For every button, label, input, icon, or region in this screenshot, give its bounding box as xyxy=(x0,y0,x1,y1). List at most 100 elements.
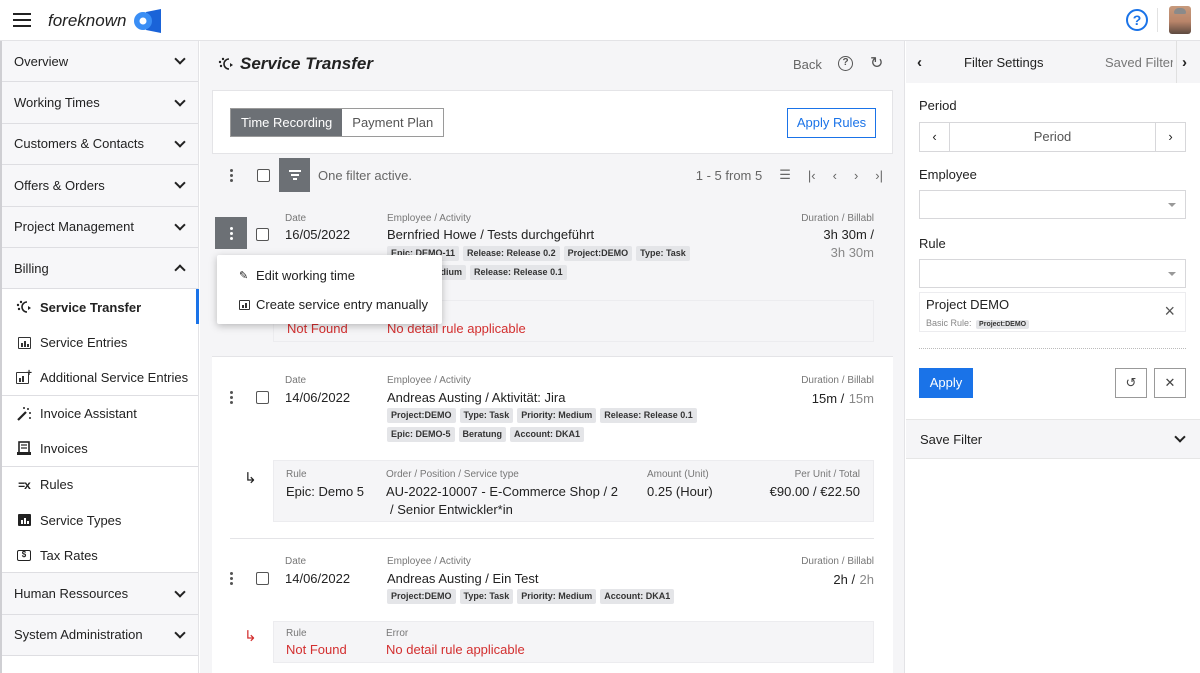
sidebar-item-additional-service-entries[interactable]: + Additional Service Entries xyxy=(2,360,198,396)
employee-activity: Andreas Austing / Aktivität: Jira xyxy=(387,390,566,405)
sidebar-section-project-management[interactable]: Project Management xyxy=(2,206,198,248)
help-icon[interactable]: ? xyxy=(1126,9,1148,31)
reset-filter-icon[interactable]: ↺ xyxy=(1115,368,1147,398)
menu-icon[interactable] xyxy=(13,13,31,27)
save-filter-section[interactable]: Save Filter xyxy=(906,419,1200,459)
tab-saved-filter[interactable]: Saved Filter xyxy=(1105,55,1173,70)
row-checkbox[interactable] xyxy=(256,391,269,404)
chevron-right-icon[interactable]: › xyxy=(1182,54,1187,71)
select-all-checkbox[interactable] xyxy=(257,168,270,182)
sidebar-section-human-ressources[interactable]: Human Ressources xyxy=(2,573,198,615)
more-options-icon[interactable] xyxy=(229,168,233,182)
invoice-icon xyxy=(16,441,32,457)
next-page-icon[interactable]: › xyxy=(854,168,858,183)
sidebar-section-system-administration[interactable]: System Administration xyxy=(2,614,198,657)
list-item: Date 14/06/2022 Employee / Activity Andr… xyxy=(212,358,893,538)
row-checkbox[interactable] xyxy=(256,228,269,241)
period-value[interactable]: Period xyxy=(950,123,1155,151)
billable: 2h xyxy=(859,572,874,587)
period-prev-button[interactable]: ‹ xyxy=(920,123,950,151)
chevron-down-icon xyxy=(174,136,186,148)
tab-filter-settings[interactable]: Filter Settings xyxy=(964,55,1043,70)
service-transfer-icon xyxy=(218,57,233,70)
tab-time-recording[interactable]: Time Recording xyxy=(231,109,343,136)
sidebar-item-service-transfer[interactable]: Service Transfer xyxy=(2,289,199,325)
apply-filter-button[interactable]: Apply xyxy=(919,368,973,398)
sidebar-item-label: Rules xyxy=(40,477,74,493)
sidebar-section-billing[interactable]: Billing xyxy=(2,247,198,290)
sidebar-section-offers-orders[interactable]: Offers & Orders xyxy=(2,165,198,207)
sidebar-item-invoices[interactable]: Invoices xyxy=(2,431,198,467)
billable: 15m xyxy=(848,391,874,406)
row-menu-button[interactable] xyxy=(229,572,233,585)
row-menu-button[interactable] xyxy=(229,391,233,404)
employee-activity: Bernfried Howe / Tests durchgeführt xyxy=(387,227,595,242)
tag-list: Project:DEMO Type: Task Priority: Medium… xyxy=(387,585,727,604)
save-filter-label: Save Filter xyxy=(920,431,983,447)
section-label: Human Ressources xyxy=(14,586,129,602)
duration-label: Duration / Billabl xyxy=(801,213,874,224)
filter-panel-tabs: ‹ Filter Settings Saved Filter › xyxy=(906,41,1200,83)
tag: Project:DEMO xyxy=(563,246,633,261)
selected-rule-basic: Basic Rule: Project:DEMO xyxy=(926,318,1030,330)
sidebar-item-service-types[interactable]: Service Types xyxy=(2,502,198,538)
chevron-left-icon[interactable]: ‹ xyxy=(917,54,922,71)
back-button[interactable]: Back xyxy=(793,57,822,72)
sidebar-section-overview[interactable]: Overview xyxy=(2,41,198,83)
sidebar-item-label: Service Types xyxy=(40,512,122,528)
rule-select[interactable] xyxy=(919,259,1186,288)
date-label: Date xyxy=(285,375,307,386)
menu-item-label: Create service entry manually xyxy=(256,297,428,312)
sort-icon[interactable]: ☰ xyxy=(779,167,791,183)
row-checkbox[interactable] xyxy=(256,572,269,585)
period-picker: ‹ Period › xyxy=(919,122,1186,152)
divider xyxy=(919,348,1186,349)
sidebar-section-customers-contacts[interactable]: Customers & Contacts xyxy=(2,123,198,166)
tax-rates-icon: $ xyxy=(16,547,32,563)
user-avatar[interactable] xyxy=(1169,6,1191,34)
rule-value: Not Found xyxy=(286,642,347,657)
page-title-text: Service Transfer xyxy=(240,54,373,73)
filter-button[interactable] xyxy=(279,158,310,192)
last-page-icon[interactable]: ›| xyxy=(875,168,883,183)
prev-page-icon[interactable]: ‹ xyxy=(833,168,837,183)
sidebar-item-label: Invoices xyxy=(40,441,88,457)
remove-rule-icon[interactable]: × xyxy=(1164,301,1175,322)
rule-label: Rule xyxy=(286,469,307,480)
section-label: Offers & Orders xyxy=(14,177,105,193)
row-menu-button[interactable] xyxy=(215,217,247,249)
tag: Release: Release 0.1 xyxy=(600,408,697,423)
help-icon[interactable]: ? xyxy=(838,56,853,71)
menu-item-edit-working-time[interactable]: ✎ Edit working time xyxy=(217,261,442,290)
clear-filter-icon[interactable]: ✕ xyxy=(1154,368,1186,398)
per-unit-total-value: €90.00 / €22.50 xyxy=(769,484,860,499)
refresh-icon[interactable]: ↻ xyxy=(870,53,883,73)
section-label: Working Times xyxy=(14,95,100,111)
duration: 15m / xyxy=(811,391,845,406)
menu-item-create-service-entry[interactable]: Create service entry manually xyxy=(217,290,442,319)
employee-select[interactable] xyxy=(919,190,1186,219)
filter-panel: ‹ Filter Settings Saved Filter › Period … xyxy=(906,41,1200,673)
sidebar-section-working-times[interactable]: Working Times xyxy=(2,82,198,124)
sidebar-item-invoice-assistant[interactable]: Invoice Assistant xyxy=(2,396,198,432)
employee-activity-label: Employee / Activity xyxy=(387,556,471,567)
sidebar-item-rules[interactable]: =x Rules xyxy=(2,467,198,503)
date-label: Date xyxy=(285,556,307,567)
employee-activity-label: Employee / Activity xyxy=(387,375,471,386)
tag: Type: Task xyxy=(459,589,514,604)
list-item: Date 14/06/2022 Employee / Activity Andr… xyxy=(212,539,893,673)
sidebar-item-service-entries[interactable]: Service Entries xyxy=(2,325,198,361)
first-page-icon[interactable]: |‹ xyxy=(808,168,816,183)
sidebar-item-tax-rates[interactable]: $ Tax Rates xyxy=(2,538,198,574)
period-next-button[interactable]: › xyxy=(1155,123,1185,151)
sidebar-item-label: Service Entries xyxy=(40,335,128,351)
entry-date: 14/06/2022 xyxy=(285,571,351,586)
section-label: Overview xyxy=(14,53,69,69)
arrow-down-right-icon: ↳ xyxy=(244,470,257,487)
logo[interactable]: foreknown xyxy=(48,9,162,33)
duration-billable: 15m / 15m xyxy=(812,390,874,408)
apply-rules-button[interactable]: Apply Rules xyxy=(787,108,876,138)
mode-tabs: Time Recording Payment Plan xyxy=(230,108,445,137)
sidebar-item-label: Service Transfer xyxy=(40,299,142,315)
tab-payment-plan[interactable]: Payment Plan xyxy=(342,109,444,136)
